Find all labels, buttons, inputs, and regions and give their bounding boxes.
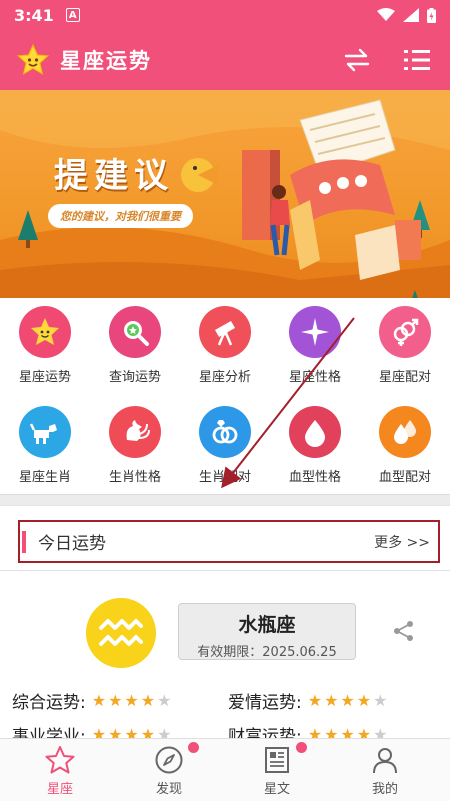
aquarius-icon[interactable] [86, 598, 156, 668]
star-rating: ★ ★ ★ ★ ★ [91, 690, 172, 710]
sign-name: 水瓶座 [238, 614, 296, 636]
tab-label: 星座 [46, 782, 73, 797]
separator-line [0, 570, 450, 571]
app-title: 星座运势 [60, 49, 152, 73]
tab-zodiac[interactable]: 星座 [15, 739, 105, 801]
user-icon [373, 748, 397, 774]
notification-badge [188, 742, 199, 753]
rings-icon [199, 406, 251, 458]
grid-label: 生肖配对 [198, 470, 251, 485]
tab-discover[interactable]: 发现 [124, 739, 214, 801]
sign-validity: 有效期限：2025.06.25 [197, 645, 337, 660]
grid-item-blood-match[interactable]: 血型配对 [360, 406, 450, 498]
fortune-row-love: 爱情运势: ★ ★ ★ ★ ★ [228, 688, 387, 713]
grid-label: 血型性格 [288, 470, 341, 485]
banner-subtitle: 您的建议，对我们很重要 [48, 204, 193, 228]
bottom-tab-bar: 星座 发现 星文 我的 [0, 738, 450, 801]
star-face-icon [19, 306, 71, 358]
star-filled-icon: ★ [124, 690, 139, 710]
suggestion-banner[interactable]: 提建议 您的建议，对我们很重要 [0, 90, 450, 298]
sparkle-star-icon [289, 306, 341, 358]
fortune-label: 爱情运势: [228, 693, 302, 713]
star-empty-icon: ★ [157, 690, 172, 710]
tab-mine[interactable]: 我的 [340, 739, 430, 801]
star-rating: ★ ★ ★ ★ ★ [307, 690, 388, 710]
gender-symbol-icon [379, 306, 431, 358]
notification-icon: A [65, 8, 80, 22]
notification-badge [296, 742, 307, 753]
grid-item-zodiac-match[interactable]: 星座配对 [360, 306, 450, 398]
grid-item-blood-personality[interactable]: 血型性格 [270, 406, 360, 498]
banner-title: 提建议 [54, 156, 174, 196]
magnifier-icon [109, 306, 161, 358]
grid-label: 血型配对 [378, 470, 431, 485]
status-time: 3:41 [14, 5, 54, 25]
grid-item-zodiac-chinese[interactable]: 星座生肖 [0, 406, 90, 498]
grid-item-zodiac-fortune[interactable]: 星座运势 [0, 306, 90, 398]
wifi-icon [377, 8, 395, 21]
tab-articles[interactable]: 星文 [232, 739, 322, 801]
status-bar: 3:41 A [0, 0, 450, 30]
share-icon[interactable] [393, 620, 415, 642]
star-filled-icon: ★ [340, 690, 355, 710]
star-filled-icon: ★ [307, 690, 323, 710]
grid-label: 星座分析 [198, 370, 251, 385]
star-logo-icon [16, 43, 50, 76]
grid-item-zodiac-analysis[interactable]: 星座分析 [180, 306, 270, 398]
swap-icon[interactable] [344, 48, 370, 72]
star-filled-icon: ★ [356, 690, 372, 710]
app-bar: 星座运势 [0, 30, 450, 90]
grid-label: 星座生肖 [18, 470, 71, 485]
star-outline-icon [45, 746, 75, 774]
grid-label: 星座运势 [18, 370, 71, 385]
feature-grid: 星座运势 查询运势 星座分析 星座性格 星座配对 星座生肖 生肖性格 生肖配对 … [0, 298, 450, 496]
blood-drop-icon [289, 406, 341, 458]
tab-label: 我的 [371, 782, 398, 797]
more-link[interactable]: 更多 >> [374, 532, 430, 552]
rooster-icon [109, 406, 161, 458]
fortune-row-overall: 综合运势: ★ ★ ★ ★ ★ [12, 688, 171, 713]
double-drop-icon [379, 406, 431, 458]
star-filled-icon: ★ [140, 690, 156, 710]
star-filled-icon: ★ [108, 690, 123, 710]
grid-label: 查询运势 [108, 370, 161, 385]
today-fortune-header: 今日运势 更多 >> [18, 520, 440, 563]
tab-label: 发现 [155, 782, 182, 797]
grid-label: 生肖性格 [108, 470, 161, 485]
star-empty-icon: ★ [373, 690, 388, 710]
grid-item-zodiac-personality[interactable]: 星座性格 [270, 306, 360, 398]
grid-item-chinese-zodiac-personality[interactable]: 生肖性格 [90, 406, 180, 498]
today-fortune-title: 今日运势 [38, 534, 106, 554]
tab-label: 星文 [263, 782, 290, 797]
battery-icon [427, 7, 436, 23]
signal-icon [403, 8, 419, 22]
grid-label: 星座性格 [288, 370, 341, 385]
newspaper-icon [265, 747, 289, 773]
fortune-label: 综合运势: [12, 693, 86, 713]
dog-icon [19, 406, 71, 458]
section-accent-bar [22, 530, 26, 553]
compass-icon [155, 746, 183, 774]
grid-label: 星座配对 [378, 370, 431, 385]
telescope-icon [199, 306, 251, 358]
menu-list-icon[interactable] [404, 49, 430, 71]
sign-card[interactable]: 水瓶座 有效期限：2025.06.25 [178, 603, 356, 660]
grid-item-query-fortune[interactable]: 查询运势 [90, 306, 180, 398]
star-filled-icon: ★ [91, 690, 107, 710]
section-divider [0, 494, 450, 506]
grid-item-chinese-zodiac-match[interactable]: 生肖配对 [180, 406, 270, 498]
star-filled-icon: ★ [324, 690, 339, 710]
